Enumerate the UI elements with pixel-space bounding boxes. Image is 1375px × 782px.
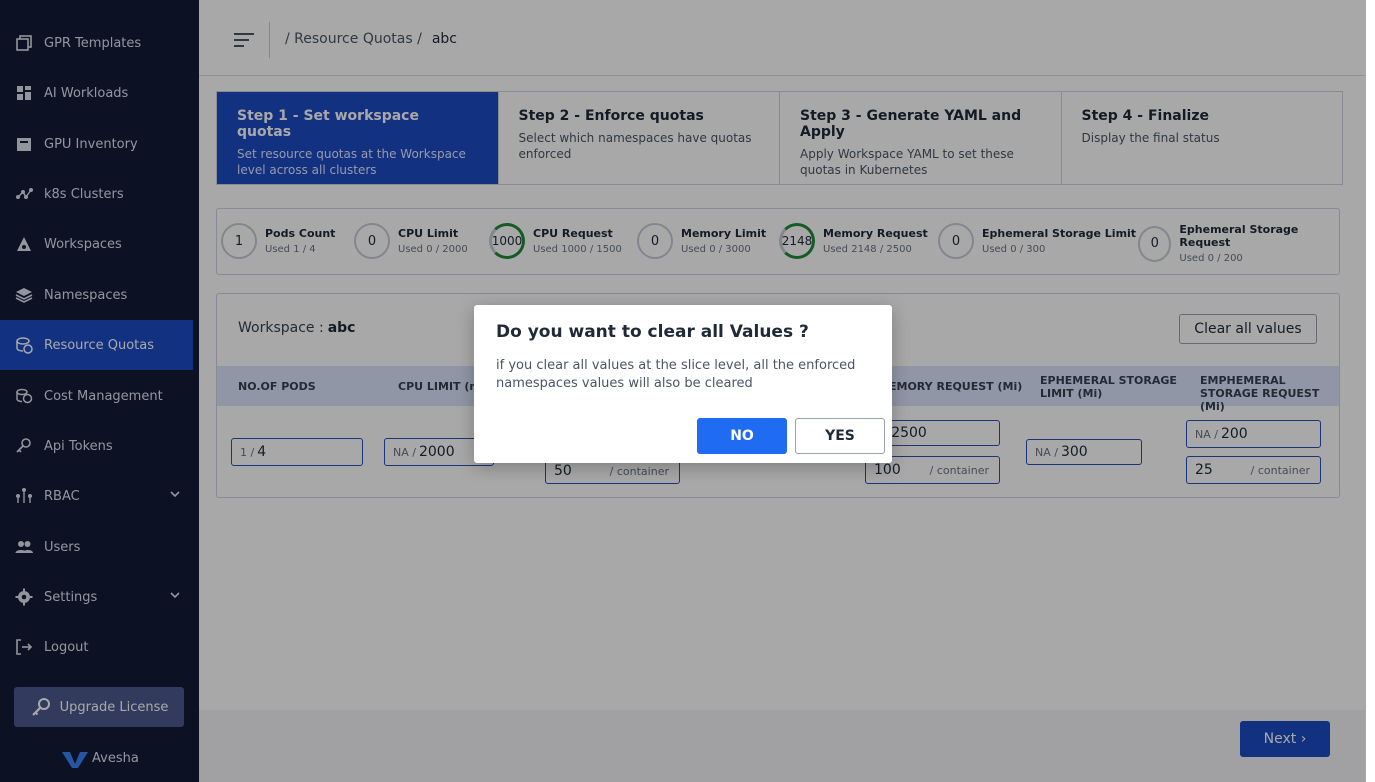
clear-values-dialog: Do you want to clear all Values ? if you…: [474, 305, 892, 463]
scrollbar-track: [1366, 0, 1375, 782]
dialog-message: if you clear all values at the slice lev…: [496, 358, 856, 391]
dialog-title: Do you want to clear all Values ?: [496, 322, 809, 342]
yes-button[interactable]: YES: [795, 418, 885, 454]
no-button[interactable]: NO: [697, 418, 787, 454]
